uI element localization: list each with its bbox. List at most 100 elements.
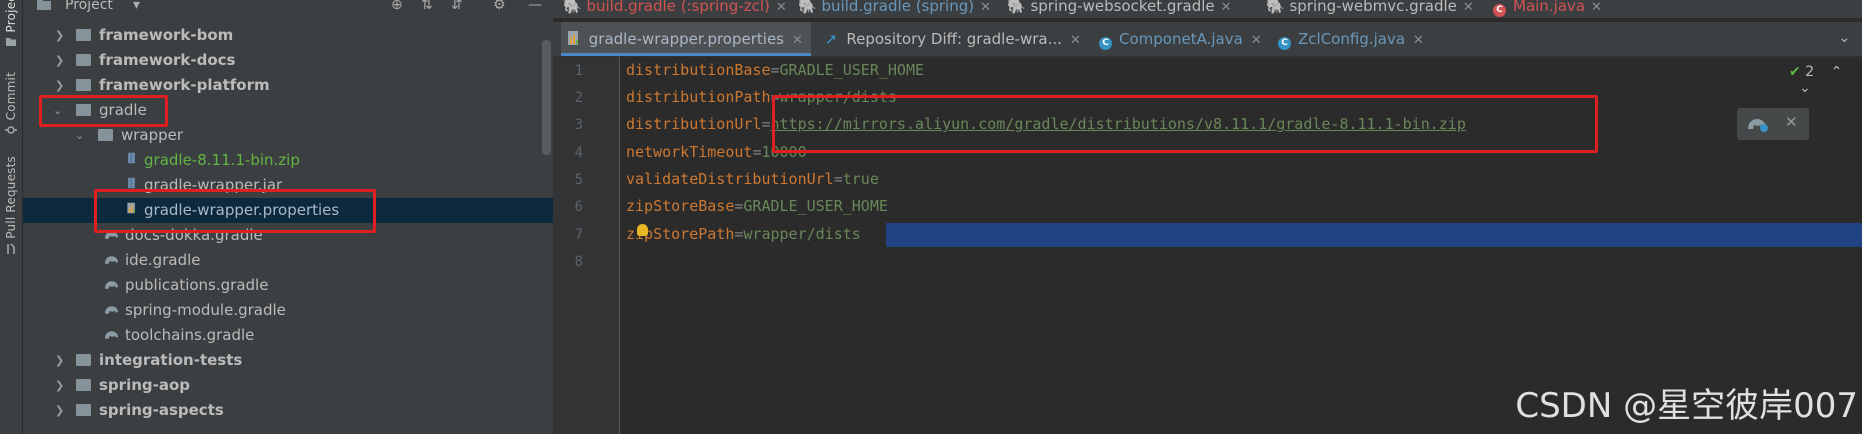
- editor-gutter: [553, 57, 619, 434]
- diff-arrow-icon: ➚: [825, 30, 838, 48]
- tab-build-gradle-spring-zcl[interactable]: 🐘 build.gradle (:spring-zcl) ✕: [563, 0, 787, 15]
- gradle-elephant-icon: [104, 331, 119, 339]
- chevron-right-icon[interactable]: ❯: [55, 48, 65, 73]
- tool-window-strip: Project Commit Pull Requests: [0, 0, 23, 434]
- tab-repository-diff[interactable]: ➚ Repository Diff: gradle-wra... ✕: [825, 22, 1081, 56]
- tree-item-toolchains[interactable]: toolchains.gradle: [23, 323, 553, 348]
- tab-build-gradle-spring[interactable]: 🐘 build.gradle (spring) ✕: [798, 0, 991, 15]
- close-icon[interactable]: ✕: [1413, 33, 1424, 48]
- property-value: GRADLE_USER_HOME: [743, 197, 888, 215]
- code-line-6[interactable]: zipStoreBase=GRADLE_USER_HOME: [626, 197, 888, 215]
- tab-label: Repository Diff: gradle-wra...: [846, 30, 1062, 48]
- pull-requests-tool-label: Pull Requests: [4, 156, 18, 239]
- tab-gradle-wrapper-properties[interactable]: gradle-wrapper.properties ✕: [561, 22, 811, 56]
- tree-item-spring-aspects[interactable]: ❯ spring-aspects: [23, 398, 553, 423]
- tree-item-framework-bom[interactable]: ❯ framework-bom: [23, 23, 553, 48]
- code-line-5[interactable]: validateDistributionUrl=true: [626, 170, 879, 188]
- gradle-elephant-icon: [104, 281, 119, 289]
- tab-label: spring-websocket.gradle: [1030, 0, 1215, 15]
- tab-spring-webmvc[interactable]: 🐘 spring-webmvc.gradle ✕: [1266, 0, 1474, 15]
- equals-sign: =: [770, 61, 780, 79]
- tab-label: ZclConfig.java: [1298, 30, 1406, 48]
- code-line-1[interactable]: distributionBase=GRADLE_USER_HOME: [626, 61, 924, 79]
- commit-tool-tab[interactable]: Commit: [0, 72, 22, 152]
- commit-tool-label: Commit: [4, 72, 18, 121]
- hide-panel-icon[interactable]: —: [528, 0, 542, 13]
- watermark: CSDN @星空彼岸007: [1515, 386, 1858, 426]
- close-icon[interactable]: ✕: [1221, 0, 1232, 15]
- tree-item-gradle-zip[interactable]: gradle-8.11.1-bin.zip: [23, 148, 553, 173]
- tree-item-label: spring-module.gradle: [125, 301, 286, 319]
- close-icon[interactable]: ✕: [792, 33, 803, 48]
- project-folder-icon: [37, 0, 51, 10]
- lightbulb-icon[interactable]: [637, 224, 648, 236]
- module-folder-icon: [76, 354, 91, 366]
- tab-zclconfig-java[interactable]: C ZclConfig.java ✕: [1278, 22, 1424, 56]
- line-number: 3: [574, 117, 583, 133]
- inspection-count: 2: [1805, 64, 1815, 80]
- close-icon[interactable]: ✕: [980, 0, 991, 15]
- close-icon[interactable]: ✕: [1070, 33, 1081, 48]
- chevron-up-icon[interactable]: ⌃: [1831, 64, 1843, 80]
- tab-spring-websocket[interactable]: 🐘 spring-websocket.gradle ✕: [1007, 0, 1232, 15]
- collapse-all-icon[interactable]: ⇵: [451, 0, 463, 13]
- module-folder-icon: [76, 54, 91, 66]
- equals-sign: =: [833, 170, 843, 188]
- checkmark-icon: ✔: [1789, 64, 1801, 80]
- chevron-right-icon[interactable]: ❯: [55, 348, 65, 373]
- tree-item-label: gradle-8.11.1-bin.zip: [144, 151, 300, 169]
- locate-file-icon[interactable]: ⊕: [391, 0, 403, 13]
- tree-item-integration-tests[interactable]: ❯ integration-tests: [23, 348, 553, 373]
- java-class-icon: C: [1278, 37, 1291, 50]
- close-icon[interactable]: ✕: [1251, 33, 1262, 48]
- tree-item-label: spring-aspects: [99, 401, 224, 419]
- tab-label: Main.java: [1513, 0, 1586, 15]
- code-line-7[interactable]: zipStorePath=wrapper/dists: [626, 225, 861, 243]
- java-class-icon: C: [1099, 37, 1112, 50]
- close-icon[interactable]: ✕: [1785, 113, 1798, 131]
- folder-icon: [6, 38, 16, 47]
- settings-gear-icon[interactable]: ⚙: [493, 0, 506, 13]
- gradle-refresh-icon[interactable]: [1747, 115, 1769, 133]
- tree-item-spring-module[interactable]: spring-module.gradle: [23, 298, 553, 323]
- property-key: distributionBase: [626, 61, 771, 79]
- text-selection: [886, 223, 1862, 247]
- top-tab-strip: 🐘 build.gradle (:spring-zcl) ✕ 🐘 build.gr…: [553, 0, 1862, 18]
- project-tool-tab[interactable]: Project: [0, 0, 22, 60]
- expand-all-icon[interactable]: ⇅: [421, 0, 433, 13]
- project-panel-title: Project: [65, 0, 113, 13]
- chevron-down-icon[interactable]: ⌄: [1799, 80, 1811, 96]
- project-panel-scrollbar[interactable]: [542, 40, 551, 155]
- tab-componeta-java[interactable]: C ComponetA.java ✕: [1099, 22, 1262, 56]
- panel-dropdown-icon[interactable]: ▾: [133, 0, 140, 13]
- tab-label: gradle-wrapper.properties: [588, 30, 784, 48]
- pull-requests-tool-tab[interactable]: Pull Requests: [0, 156, 22, 286]
- pull-request-icon: [7, 243, 15, 254]
- chevron-right-icon[interactable]: ❯: [55, 373, 65, 398]
- property-key: distributionPath: [626, 88, 771, 106]
- tree-item-spring-aop[interactable]: ❯ spring-aop: [23, 373, 553, 398]
- annotation-box-properties: [94, 189, 376, 233]
- tab-main-java[interactable]: C Main.java ✕: [1493, 0, 1602, 17]
- close-icon[interactable]: ✕: [1591, 0, 1602, 15]
- close-icon[interactable]: ✕: [776, 0, 787, 15]
- tree-item-label: framework-bom: [99, 26, 234, 44]
- tab-label: build.gradle (:spring-zcl): [586, 0, 770, 15]
- close-icon[interactable]: ✕: [1463, 0, 1474, 15]
- chevron-right-icon[interactable]: ❯: [55, 398, 65, 423]
- java-class-icon: C: [1493, 4, 1506, 17]
- line-number: 5: [574, 172, 583, 188]
- tree-item-publications[interactable]: publications.gradle: [23, 273, 553, 298]
- tree-item-framework-docs[interactable]: ❯ framework-docs: [23, 48, 553, 73]
- property-value: GRADLE_USER_HOME: [779, 61, 925, 79]
- module-folder-icon: [76, 29, 91, 41]
- tree-item-ide-gradle[interactable]: ide.gradle: [23, 248, 553, 273]
- gradle-elephant-icon: 🐘: [798, 0, 817, 15]
- load-gradle-changes-popup: ✕: [1737, 108, 1809, 140]
- gradle-elephant-icon: 🐘: [1007, 0, 1026, 15]
- inspection-widget[interactable]: ✔ 2 ⌃ ⌄: [1789, 64, 1862, 96]
- tree-item-label: framework-docs: [99, 51, 236, 69]
- chevron-right-icon[interactable]: ❯: [55, 23, 65, 48]
- properties-file-icon: [568, 31, 578, 45]
- tab-list-chevron-icon[interactable]: ⌄: [1838, 28, 1851, 46]
